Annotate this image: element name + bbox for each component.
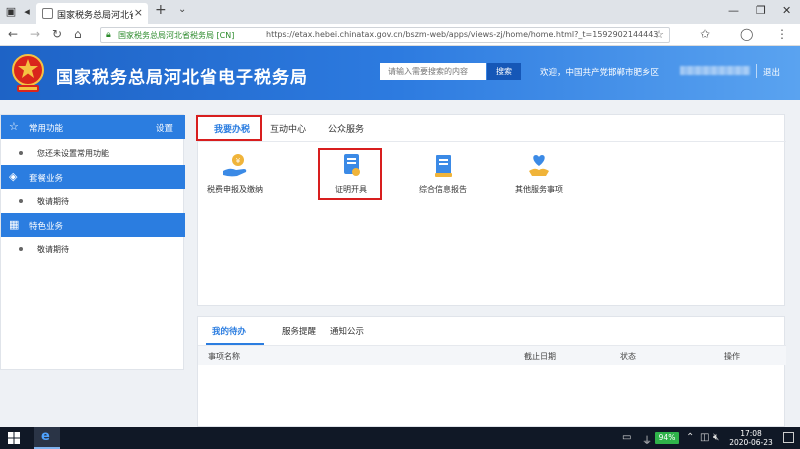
report-book-icon — [435, 155, 452, 177]
home-icon[interactable]: ⌂ — [74, 27, 82, 41]
edge-icon: e — [41, 429, 50, 444]
clock-date: 2020-06-23 — [729, 438, 773, 447]
forward-icon[interactable]: → — [30, 27, 40, 41]
tab-public-services[interactable]: 公众服务 — [328, 122, 364, 135]
restore-icon[interactable]: ❐ — [756, 4, 766, 17]
sidebar-item-label: 敬请期待 — [37, 197, 69, 206]
tab-my-todo[interactable]: 我的待办 — [212, 325, 246, 337]
url-text[interactable]: https://etax.hebei.chinatax.gov.cn/bszm-… — [266, 30, 658, 39]
lock-icon: 🔒︎ — [106, 30, 111, 40]
favorites-icon[interactable]: ✩ — [700, 27, 710, 41]
bullet-icon — [19, 199, 23, 203]
clock-time: 17:08 — [740, 429, 762, 438]
menu-icon[interactable]: ⋮ — [776, 27, 788, 41]
tabs-divider — [198, 141, 786, 142]
edge-taskbar-button[interactable]: e — [34, 427, 60, 449]
browser-tab[interactable]: 国家税务总局河北省电子 × — [36, 3, 148, 24]
tab-actions-icon[interactable]: ▣ — [4, 5, 18, 19]
welcome-text: 欢迎，中国共产党邯郸市肥乡区 — [540, 68, 660, 78]
service-info-report[interactable]: 综合信息报告 — [398, 153, 488, 195]
browser-tab-bar: ▣ ◂ 国家税务总局河北省电子 × + ⌄ — ❐ ✕ — [0, 0, 800, 24]
column-header: 操作 — [724, 352, 740, 361]
header-divider — [756, 64, 757, 78]
sidebar-item-label: 您还未设置常用功能 — [37, 149, 109, 158]
minimize-icon[interactable]: — — [728, 4, 739, 17]
close-window-icon[interactable]: ✕ — [782, 4, 791, 17]
windows-start-icon[interactable] — [8, 432, 20, 444]
column-header: 截止日期 — [524, 352, 556, 361]
account-icon[interactable]: ◯ — [740, 27, 753, 41]
back-tabs-icon[interactable]: ◂ — [20, 5, 34, 19]
sidebar-section-packages[interactable]: ◈ 套餐业务 — [1, 165, 185, 189]
task-view-icon[interactable]: ▭ — [622, 432, 631, 443]
network-icon[interactable]: ◫ — [700, 432, 709, 443]
site-header: 国家税务总局河北省电子税务局 搜索 欢迎，中国共产党邯郸市肥乡区 退出 — [0, 46, 800, 100]
sidebar: ☆ 常用功能 设置 您还未设置常用功能 ◈ 套餐业务 敬请期待 ▦ 特色业务 敬… — [0, 114, 185, 370]
address-bar-row: ← → ↻ ⌂ 🔒︎ 国家税务总局河北省税务局 [CN] https://eta… — [0, 24, 800, 46]
sidebar-section-common[interactable]: ☆ 常用功能 设置 — [1, 115, 185, 139]
system-clock[interactable]: 17:08 2020-06-23 — [728, 429, 774, 447]
highlight-box-tab — [196, 115, 262, 141]
sidebar-item[interactable]: 敬请期待 — [1, 237, 185, 261]
tab-close-icon[interactable]: × — [134, 6, 143, 19]
new-tab-button[interactable]: + — [155, 2, 167, 18]
tab-notices[interactable]: 通知公示 — [330, 325, 364, 337]
tab-service-reminder[interactable]: 服务提醒 — [282, 325, 316, 337]
refresh-icon[interactable]: ↻ — [52, 27, 62, 41]
sidebar-item[interactable]: 您还未设置常用功能 — [1, 141, 185, 165]
search-input[interactable] — [380, 63, 486, 80]
service-tax-filing[interactable]: ¥ 税费申报及缴纳 — [190, 153, 280, 195]
service-label: 综合信息报告 — [419, 185, 467, 194]
highlight-box-service — [318, 148, 382, 200]
main-panel: 我要办税 互动中心 公众服务 ¥ 税费申报及缴纳 证明开具 综合信息报告 其他服… — [196, 114, 786, 306]
service-label: 其他服务事项 — [515, 185, 563, 194]
column-header: 状态 — [620, 352, 636, 361]
svg-text:¥: ¥ — [236, 157, 241, 165]
todo-table-header: 事项名称 截止日期 状态 操作 — [198, 345, 786, 365]
logout-link[interactable]: 退出 — [763, 66, 780, 78]
todo-panel: 我的待办 服务提醒 通知公示 事项名称 截止日期 状态 操作 — [197, 316, 786, 427]
back-icon[interactable]: ← — [8, 27, 18, 41]
page-favicon-icon — [42, 8, 53, 19]
service-other[interactable]: 其他服务事项 — [494, 153, 584, 195]
hand-coin-icon: ¥ — [223, 154, 247, 177]
tab-title: 国家税务总局河北省电子 — [57, 11, 133, 21]
sidebar-item[interactable]: 敬请期待 — [1, 189, 185, 213]
star-icon: ☆ — [9, 120, 19, 133]
bullet-icon — [19, 151, 23, 155]
sidebar-item-label: 敬请期待 — [37, 245, 69, 254]
certificate-label: 国家税务总局河北省税务局 [CN] — [118, 31, 235, 40]
search-button[interactable]: 搜索 — [487, 63, 521, 80]
site-title: 国家税务总局河北省电子税务局 — [56, 68, 308, 88]
service-label: 税费申报及缴纳 — [207, 185, 263, 194]
tab-interaction-center[interactable]: 互动中心 — [270, 122, 306, 135]
sidebar-section-label: 特色业务 — [29, 222, 64, 232]
show-hidden-icons-chevron-icon[interactable]: ⌃ — [686, 432, 694, 443]
power-plug-icon: ⏚ — [642, 436, 652, 447]
grid-icon: ▦ — [9, 218, 20, 231]
tax-emblem-icon — [12, 54, 44, 92]
column-header: 事项名称 — [208, 352, 240, 361]
tab-list-chevron-icon[interactable]: ⌄ — [178, 4, 186, 15]
battery-indicator[interactable]: 94% — [655, 432, 679, 444]
sidebar-section-label: 套餐业务 — [29, 174, 64, 184]
sidebar-section-label: 常用功能 — [29, 124, 64, 134]
layers-icon: ◈ — [9, 170, 18, 183]
action-center-icon[interactable] — [783, 432, 794, 443]
url-field[interactable]: 🔒︎ 国家税务总局河北省税务局 [CN] https://etax.hebei.… — [100, 27, 670, 43]
bullet-icon — [19, 247, 23, 251]
volume-muted-icon[interactable]: 🔇︎ — [713, 432, 719, 443]
sidebar-section-featured[interactable]: ▦ 特色业务 — [1, 213, 185, 237]
redacted-username — [680, 66, 750, 75]
settings-link[interactable]: 设置 — [156, 122, 173, 134]
bookmark-star-icon[interactable]: ☆ — [654, 28, 664, 41]
heart-hand-icon — [529, 155, 549, 176]
taskbar: e ▭ ⏚ 94% ⌃ ◫ 🔇︎ 17:08 2020-06-23 — [0, 427, 800, 449]
